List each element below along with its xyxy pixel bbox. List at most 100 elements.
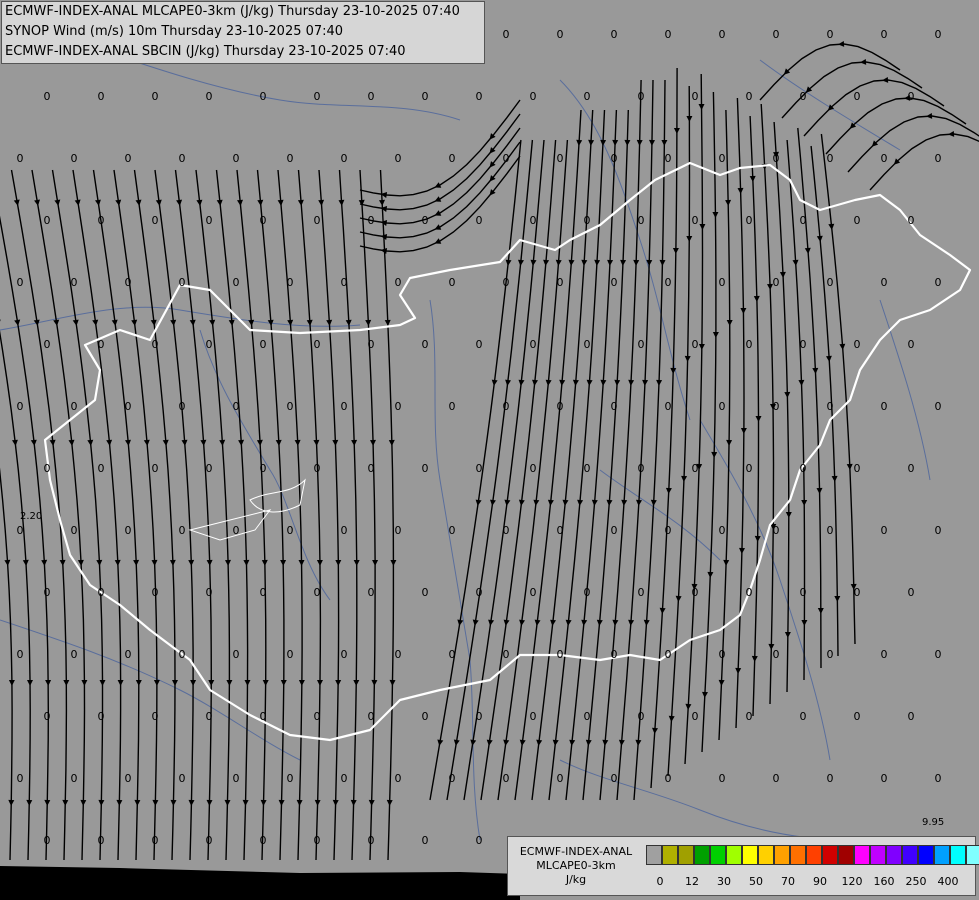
cin-value-label: 0 bbox=[881, 28, 888, 41]
legend-swatch bbox=[966, 845, 979, 865]
cin-value-label: 0 bbox=[800, 338, 807, 351]
cin-value-label: 0 bbox=[125, 276, 132, 289]
cin-value-label: 0 bbox=[179, 772, 186, 785]
cin-value-label: 0 bbox=[449, 400, 456, 413]
weather-map[interactable]: 0 0 0 0 0 0 0 0 0 0 0 0 0 0 0 0 0 0 0 0 0 0 0 0 0 0 0 0 0 0 0 0 0 0 0 0 0 0 0 0… bbox=[0, 0, 979, 900]
cin-value-label: 0 bbox=[395, 400, 402, 413]
cin-value-label: 0 bbox=[17, 648, 24, 661]
cin-value-label: 0 bbox=[908, 710, 915, 723]
cin-value-label: 0 bbox=[179, 152, 186, 165]
cin-value-label: 0 bbox=[341, 772, 348, 785]
legend-swatch bbox=[854, 845, 870, 865]
cin-value-label: 0 bbox=[422, 90, 429, 103]
cin-value-label: 0 bbox=[935, 276, 942, 289]
cin-value-label: 0 bbox=[800, 214, 807, 227]
legend-tick-label: 50 bbox=[749, 875, 763, 888]
legend-swatch bbox=[902, 845, 918, 865]
cin-value-label: 0 bbox=[719, 524, 726, 537]
cin-value-label: 0 bbox=[287, 648, 294, 661]
legend-swatches bbox=[646, 845, 979, 865]
cin-value-label: 0 bbox=[314, 462, 321, 475]
cin-value-label: 0 bbox=[611, 400, 618, 413]
cin-value-label: 0 bbox=[503, 524, 510, 537]
cin-value-label: 0 bbox=[287, 400, 294, 413]
cin-value-label: 0 bbox=[341, 648, 348, 661]
cin-value-label: 0 bbox=[44, 338, 51, 351]
cin-value-label: 0 bbox=[152, 710, 159, 723]
cin-value-label: 0 bbox=[206, 710, 213, 723]
cin-value-label: 0 bbox=[557, 772, 564, 785]
legend-ticks: 0 12 30 50 70 90 120 160 250 400 bbox=[646, 875, 966, 889]
cin-value-label: 0 bbox=[503, 772, 510, 785]
cin-value-label: 0 bbox=[179, 400, 186, 413]
legend-swatch bbox=[806, 845, 822, 865]
cin-value-label: 0 bbox=[341, 152, 348, 165]
cin-value-label: 0 bbox=[71, 772, 78, 785]
cin-value-label: 0 bbox=[17, 772, 24, 785]
cin-value-label: 0 bbox=[557, 524, 564, 537]
cin-value-label: 0 bbox=[98, 834, 105, 847]
cin-value-label: 0 bbox=[449, 772, 456, 785]
legend-tick-label: 400 bbox=[937, 875, 959, 888]
map-label: 2.20 bbox=[20, 511, 43, 522]
cin-value-label: 0 bbox=[881, 772, 888, 785]
cin-value-label: 0 bbox=[152, 338, 159, 351]
map-canvas: 0 0 0 0 0 0 0 0 0 0 0 0 0 0 0 0 0 0 0 0 0 0 0 0 0 0 0 0 0 0 0 0 0 0 0 0 0 0 0 0… bbox=[0, 0, 979, 900]
cin-value-label: 0 bbox=[71, 648, 78, 661]
cin-value-label: 0 bbox=[260, 710, 267, 723]
cin-value-label: 0 bbox=[260, 834, 267, 847]
cin-value-label: 0 bbox=[476, 834, 483, 847]
cin-value-label: 0 bbox=[908, 214, 915, 227]
cin-value-label: 0 bbox=[692, 90, 699, 103]
cin-value-label: 0 bbox=[287, 276, 294, 289]
cin-value-label: 0 bbox=[719, 28, 726, 41]
cin-value-label: 0 bbox=[800, 90, 807, 103]
cin-value-label: 0 bbox=[152, 586, 159, 599]
cin-value-label: 0 bbox=[638, 338, 645, 351]
cin-value-label: 0 bbox=[935, 28, 942, 41]
cin-value-label: 0 bbox=[206, 834, 213, 847]
cin-value-label: 0 bbox=[638, 462, 645, 475]
cin-value-label: 0 bbox=[935, 772, 942, 785]
cin-value-label: 0 bbox=[125, 772, 132, 785]
cin-value-label: 0 bbox=[665, 28, 672, 41]
cin-value-label: 0 bbox=[98, 462, 105, 475]
cin-value-label: 0 bbox=[206, 338, 213, 351]
legend-swatch bbox=[950, 845, 966, 865]
cin-value-label: 0 bbox=[908, 90, 915, 103]
cin-value-label: 0 bbox=[503, 400, 510, 413]
legend-swatch bbox=[886, 845, 902, 865]
cin-value-label: 0 bbox=[935, 524, 942, 537]
cin-value-label: 0 bbox=[746, 710, 753, 723]
cin-value-label: 0 bbox=[827, 400, 834, 413]
legend-swatch bbox=[918, 845, 934, 865]
cin-value-label: 0 bbox=[179, 276, 186, 289]
cin-value-label: 0 bbox=[17, 400, 24, 413]
cin-value-label: 0 bbox=[584, 462, 591, 475]
legend-title-line-2: MLCAPE0-3km bbox=[536, 859, 616, 872]
cin-value-label: 0 bbox=[530, 710, 537, 723]
cin-value-label: 0 bbox=[98, 710, 105, 723]
cin-value-label: 0 bbox=[611, 524, 618, 537]
cin-value-label: 0 bbox=[935, 400, 942, 413]
cin-value-label: 0 bbox=[395, 524, 402, 537]
legend-swatch bbox=[790, 845, 806, 865]
cin-value-label: 0 bbox=[881, 524, 888, 537]
cin-value-label: 0 bbox=[422, 586, 429, 599]
cin-value-label: 0 bbox=[854, 586, 861, 599]
cin-value-label: 0 bbox=[530, 462, 537, 475]
legend-tick-label: 250 bbox=[905, 875, 927, 888]
cin-value-label: 0 bbox=[314, 90, 321, 103]
cin-value-label: 0 bbox=[746, 214, 753, 227]
cin-value-label: 0 bbox=[557, 276, 564, 289]
cin-value-label: 0 bbox=[449, 152, 456, 165]
cin-value-label: 0 bbox=[827, 648, 834, 661]
legend-swatch bbox=[742, 845, 758, 865]
cin-value-label: 0 bbox=[476, 710, 483, 723]
legend-swatch bbox=[934, 845, 950, 865]
legend-tick-label: 12 bbox=[685, 875, 699, 888]
cin-value-label: 0 bbox=[233, 276, 240, 289]
cin-value-label: 0 bbox=[17, 152, 24, 165]
cin-value-label: 0 bbox=[584, 90, 591, 103]
cin-value-label: 0 bbox=[557, 28, 564, 41]
